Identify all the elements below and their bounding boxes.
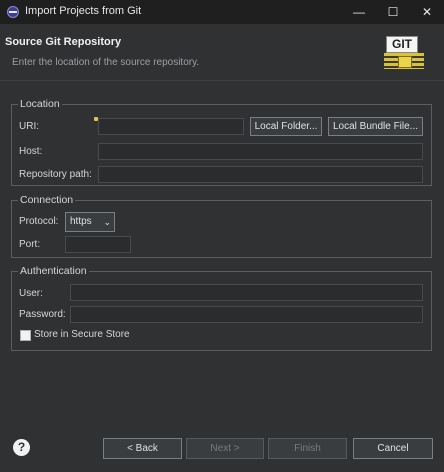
page-title: Source Git Repository xyxy=(5,36,122,48)
next-button[interactable]: Next > xyxy=(186,438,264,459)
password-label: Password: xyxy=(19,309,66,320)
location-group: Location URI: Local Folder... Local Bund… xyxy=(11,98,432,186)
git-logo-text: GIT xyxy=(386,36,418,53)
title-bar: Import Projects from Git — ☐ ✕ xyxy=(0,0,444,24)
content-assist-icon xyxy=(94,117,98,121)
host-label: Host: xyxy=(19,146,43,157)
help-icon[interactable]: ? xyxy=(13,439,30,456)
close-button[interactable]: ✕ xyxy=(410,0,444,24)
repository-path-label: Repository path: xyxy=(19,169,92,180)
password-input[interactable] xyxy=(70,306,423,323)
location-group-label: Location xyxy=(18,98,62,110)
eclipse-icon xyxy=(7,6,19,18)
user-label: User: xyxy=(19,288,43,299)
finish-button[interactable]: Finish xyxy=(268,438,347,459)
store-secure-label: Store in Secure Store xyxy=(34,329,130,340)
host-input[interactable] xyxy=(98,143,423,160)
uri-input[interactable] xyxy=(98,118,244,135)
cancel-button[interactable]: Cancel xyxy=(353,438,433,459)
maximize-button[interactable]: ☐ xyxy=(376,0,410,24)
page-description: Enter the location of the source reposit… xyxy=(12,57,200,68)
connection-group: Connection Protocol: https ⌄ Port: xyxy=(11,194,432,258)
user-input[interactable] xyxy=(70,284,423,301)
back-button[interactable]: < Back xyxy=(103,438,182,459)
chevron-down-icon: ⌄ xyxy=(103,217,111,227)
port-input[interactable] xyxy=(65,236,131,253)
authentication-group-label: Authentication xyxy=(18,265,89,277)
port-label: Port: xyxy=(19,239,41,250)
git-logo-icon: GIT xyxy=(384,36,426,72)
minimize-button[interactable]: — xyxy=(342,0,376,24)
local-bundle-file-button[interactable]: Local Bundle File... xyxy=(328,117,423,136)
repository-path-input[interactable] xyxy=(98,166,423,183)
uri-label: URI: xyxy=(19,121,39,132)
protocol-select[interactable]: https ⌄ xyxy=(65,212,115,232)
local-folder-button[interactable]: Local Folder... xyxy=(250,117,322,136)
protocol-label: Protocol: xyxy=(19,216,59,227)
logo-box xyxy=(398,56,412,68)
store-secure-checkbox[interactable] xyxy=(20,330,31,341)
authentication-group: Authentication User: Password: Store in … xyxy=(11,265,432,351)
protocol-value: https xyxy=(70,216,92,227)
connection-group-label: Connection xyxy=(18,194,76,206)
wizard-header: Source Git Repository Enter the location… xyxy=(0,24,444,81)
window-title: Import Projects from Git xyxy=(25,5,142,17)
